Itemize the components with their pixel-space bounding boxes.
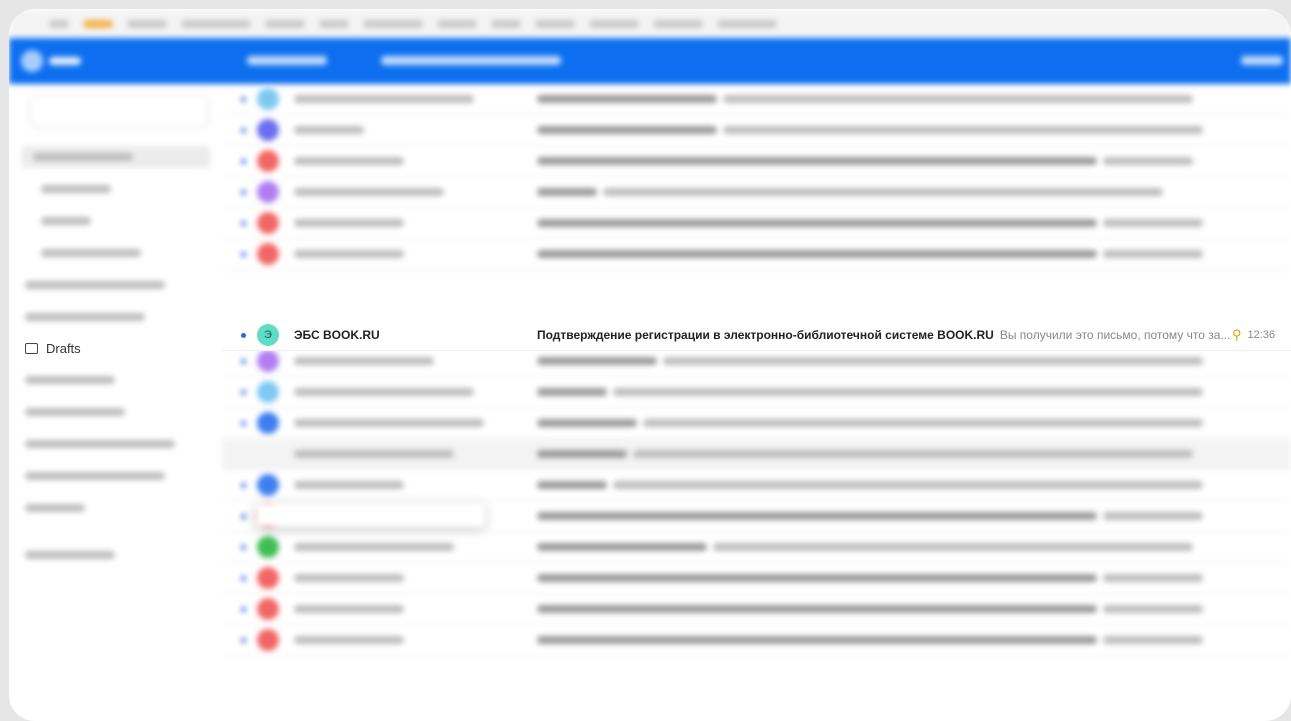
sidebar-item-folder[interactable]: [25, 465, 165, 487]
email-row[interactable]: [222, 470, 1291, 501]
email-row[interactable]: [222, 532, 1291, 563]
bookmark-item[interactable]: [653, 19, 703, 28]
email-row[interactable]: [222, 408, 1291, 439]
avatar: [257, 212, 279, 234]
sender-tooltip: [255, 503, 485, 527]
unread-dot[interactable]: [241, 127, 246, 133]
email-row[interactable]: [222, 239, 1291, 270]
sidebar-item-sub[interactable]: [41, 210, 91, 232]
bookmark-item[interactable]: [717, 19, 777, 28]
sidebar-item-folder[interactable]: [25, 544, 115, 566]
avatar: [257, 119, 279, 141]
unread-dot[interactable]: [241, 637, 246, 643]
email-list: Э ЭБС BOOK.RU Подтверждение регистрации …: [222, 84, 1291, 721]
drafts-icon: [25, 342, 38, 354]
select-all-button[interactable]: [247, 56, 327, 65]
sidebar-item-folder[interactable]: [25, 497, 85, 519]
sidebar-item-folder[interactable]: [25, 306, 145, 328]
unread-dot[interactable]: [241, 220, 246, 226]
avatar: [257, 567, 279, 589]
avatar: [257, 536, 279, 558]
email-row[interactable]: [222, 146, 1291, 177]
email-subject: Подтверждение регистрации в электронно-б…: [537, 328, 994, 342]
sidebar-item-folder[interactable]: [25, 433, 175, 455]
avatar: [257, 350, 279, 372]
bookmark-item[interactable]: [319, 19, 349, 28]
sidebar-item-inbox[interactable]: [21, 146, 211, 168]
mail-logo[interactable]: [21, 50, 81, 72]
bookmark-item[interactable]: [535, 19, 575, 28]
avatar-letter: Э: [264, 329, 272, 341]
email-preview: Вы получили это письмо, потому что за...: [999, 328, 1231, 342]
bookmark-item[interactable]: [437, 19, 477, 28]
sidebar: Drafts: [9, 84, 222, 721]
key-icon[interactable]: ⚲: [1232, 327, 1242, 343]
sidebar-item-sub[interactable]: [41, 242, 141, 264]
mark-all-read-button[interactable]: [381, 56, 561, 65]
unread-dot[interactable]: [241, 251, 246, 257]
unread-dot[interactable]: [241, 513, 246, 519]
unread-dot[interactable]: [241, 358, 246, 364]
unread-dot[interactable]: [241, 575, 246, 581]
email-row[interactable]: [222, 563, 1291, 594]
unread-dot[interactable]: [241, 420, 246, 426]
bookmark-item[interactable]: [49, 19, 69, 28]
write-letter-button[interactable]: [29, 94, 209, 128]
avatar: [257, 474, 279, 496]
browser-window: Drafts Э ЭБС BOOK.RU Подтверждение регис…: [9, 9, 1291, 721]
avatar: [257, 443, 279, 465]
bookmark-item[interactable]: [181, 19, 251, 28]
bookmark-badge[interactable]: [83, 19, 113, 28]
avatar: [257, 629, 279, 651]
mail-logo-icon: [21, 50, 43, 72]
sidebar-item-sub[interactable]: [41, 178, 111, 200]
email-row[interactable]: [222, 439, 1291, 470]
sidebar-item-drafts[interactable]: Drafts: [25, 337, 81, 359]
unread-dot[interactable]: [241, 158, 246, 164]
email-row[interactable]: [222, 377, 1291, 408]
sidebar-item-folder[interactable]: [25, 401, 125, 423]
unread-dot[interactable]: [241, 332, 246, 338]
avatar: [257, 181, 279, 203]
sidebar-item-label: Drafts: [46, 340, 81, 356]
bookmark-item[interactable]: [265, 19, 305, 28]
avatar: [257, 150, 279, 172]
unread-dot[interactable]: [241, 482, 246, 488]
avatar: [257, 381, 279, 403]
avatar: [257, 598, 279, 620]
email-row-focused[interactable]: Э ЭБС BOOK.RU Подтверждение регистрации …: [222, 320, 1291, 351]
bookmark-item[interactable]: [491, 19, 521, 28]
email-row[interactable]: [222, 115, 1291, 146]
unread-dot[interactable]: [241, 389, 246, 395]
unread-dot[interactable]: [241, 606, 246, 612]
avatar: [257, 88, 279, 110]
email-sender: ЭБС BOOK.RU: [294, 328, 380, 342]
bookmark-item[interactable]: [363, 19, 423, 28]
avatar: Э: [257, 324, 279, 346]
avatar: [257, 412, 279, 434]
bookmark-item[interactable]: [589, 19, 639, 28]
email-row[interactable]: [222, 625, 1291, 656]
email-row[interactable]: [222, 594, 1291, 625]
unread-dot[interactable]: [241, 544, 246, 550]
email-row[interactable]: [222, 177, 1291, 208]
mail-topbar: [9, 38, 1291, 84]
sidebar-item-folder[interactable]: [25, 369, 115, 391]
sidebar-item-folder[interactable]: [25, 274, 165, 296]
more-button[interactable]: [1241, 56, 1283, 65]
email-row[interactable]: [222, 84, 1291, 115]
unread-dot[interactable]: [241, 96, 246, 102]
mail-logo-text: [49, 57, 81, 65]
unread-dot[interactable]: [241, 189, 246, 195]
email-time: 12:36: [1247, 329, 1275, 341]
email-row[interactable]: [222, 208, 1291, 239]
avatar: [257, 243, 279, 265]
bookmarks-bar: [9, 9, 1291, 38]
bookmark-item[interactable]: [127, 19, 167, 28]
